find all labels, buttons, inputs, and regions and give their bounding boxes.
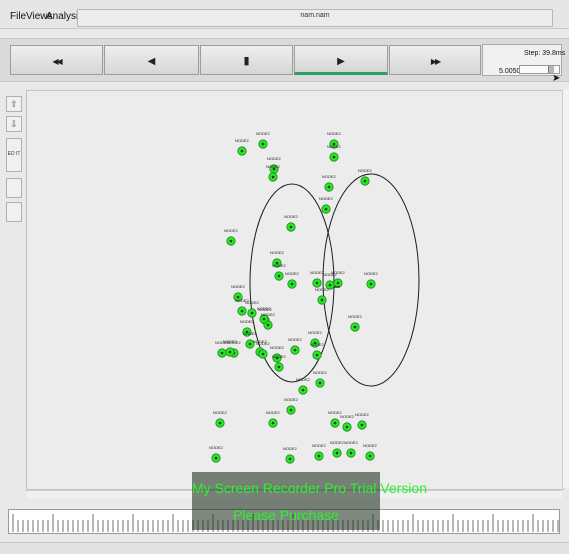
network-node-core xyxy=(313,341,317,345)
network-node-core xyxy=(228,350,232,354)
tool-button-3[interactable] xyxy=(6,178,22,198)
stop-icon: ▮ xyxy=(243,55,250,67)
network-node-core xyxy=(317,454,321,458)
rewind-icon: ◀◀ xyxy=(52,57,62,66)
zoom-out-button[interactable]: ⇩ xyxy=(6,116,22,132)
network-node-core xyxy=(289,225,293,229)
network-node-core xyxy=(290,282,294,286)
watermark-line-2: Please Purchase xyxy=(233,507,339,523)
menu-bar: File Views Analysis nam.nam xyxy=(0,0,569,29)
network-node-core xyxy=(360,423,364,427)
network-node-core xyxy=(293,348,297,352)
network-node-core xyxy=(240,309,244,313)
network-node-core xyxy=(236,295,240,299)
network-node-core xyxy=(333,421,337,425)
network-node-core xyxy=(214,456,218,460)
menu-file[interactable]: File xyxy=(10,11,26,22)
zoom-in-icon: ⇧ xyxy=(10,99,18,109)
network-node-core xyxy=(229,239,233,243)
edit-button[interactable]: ED IT xyxy=(6,138,22,172)
network-node-core xyxy=(349,451,353,455)
network-node-core xyxy=(328,283,332,287)
network-canvas[interactable] xyxy=(26,90,564,490)
network-node-core xyxy=(353,325,357,329)
network-node-core xyxy=(262,317,266,321)
rewind-button[interactable]: ◀◀ xyxy=(10,45,103,75)
network-node-core xyxy=(336,281,340,285)
zoom-in-button[interactable]: ⇧ xyxy=(6,96,22,112)
zoom-out-icon: ⇩ xyxy=(10,119,18,129)
window-title: nam.nam xyxy=(300,12,330,19)
network-node-core xyxy=(301,388,305,392)
network-node-core xyxy=(318,381,322,385)
network-node-core xyxy=(315,353,319,357)
network-graph xyxy=(211,139,420,464)
vertical-scrollbar[interactable] xyxy=(562,90,569,488)
status-bar xyxy=(0,542,569,554)
network-node-core xyxy=(289,408,293,412)
network-node-core xyxy=(368,454,372,458)
play-button[interactable]: ▶ xyxy=(294,45,388,75)
network-node-core xyxy=(275,356,279,360)
network-node-core xyxy=(327,185,331,189)
network-node-core xyxy=(250,311,254,315)
network-node-core xyxy=(245,330,249,334)
network-node-core xyxy=(240,149,244,153)
network-node-core xyxy=(261,142,265,146)
network-node-core xyxy=(332,155,336,159)
network-node-core xyxy=(277,274,281,278)
network-node-core xyxy=(277,365,281,369)
network-node-core xyxy=(248,342,252,346)
network-node-core xyxy=(220,351,224,355)
fast-forward-icon: ▶▶ xyxy=(430,57,441,66)
title-box: nam.nam xyxy=(77,9,553,27)
network-node-core xyxy=(272,167,276,171)
network-node-core xyxy=(315,281,319,285)
tool-button-4[interactable] xyxy=(6,202,22,222)
network-node-core xyxy=(332,142,336,146)
step-back-button[interactable]: ◀ xyxy=(104,45,199,75)
network-node-core xyxy=(320,298,324,302)
network-node-core xyxy=(345,425,349,429)
network-node-core xyxy=(218,421,222,425)
network-node-core xyxy=(335,451,339,455)
network-node-core xyxy=(266,323,270,327)
stop-button[interactable]: ▮ xyxy=(200,45,293,75)
network-node-core xyxy=(271,421,275,425)
network-node-core xyxy=(324,207,328,211)
network-node-core xyxy=(261,352,265,356)
play-icon: ▶ xyxy=(337,56,345,67)
watermark-line-1: My Screen Recorder Pro Trial Version xyxy=(192,480,427,496)
step-back-icon: ◀ xyxy=(147,56,156,67)
network-node-core xyxy=(363,179,367,183)
network-node-core xyxy=(275,261,279,265)
fast-forward-button[interactable]: ▶▶ xyxy=(389,45,481,75)
edit-label: ED IT xyxy=(7,151,21,157)
network-node-core xyxy=(369,282,373,286)
mouse-cursor-icon: ➤ xyxy=(552,73,561,84)
step-label: Step: 39.8ms xyxy=(524,50,566,57)
step-slider-thumb[interactable] xyxy=(548,66,554,73)
network-node-core xyxy=(288,457,292,461)
network-node-core xyxy=(271,175,275,179)
